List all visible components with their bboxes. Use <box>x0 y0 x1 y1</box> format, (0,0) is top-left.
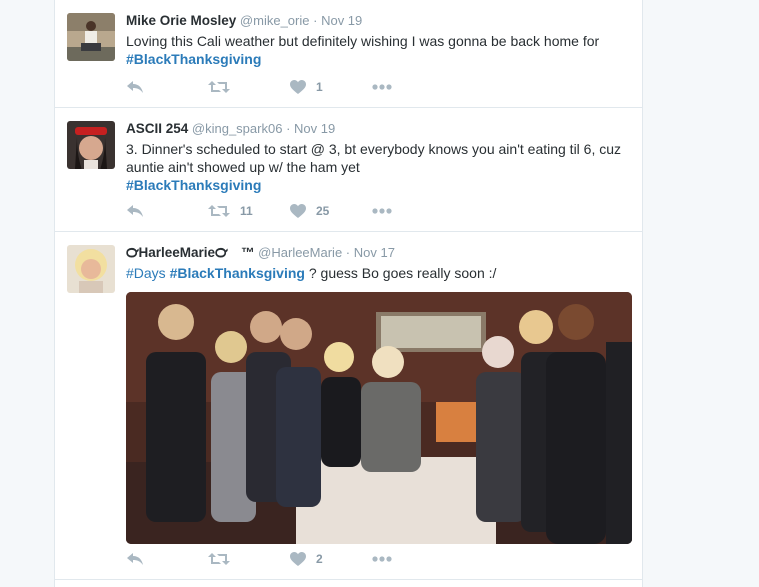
tweet-text: Loving this Cali weather but definitely … <box>126 32 630 68</box>
like-button[interactable]: 25 <box>290 204 372 218</box>
timestamp[interactable]: Nov 19 <box>321 13 362 28</box>
like-button[interactable]: 1 <box>290 80 372 94</box>
tweet-actions: 1 <box>126 77 454 97</box>
separator-dot: · <box>286 121 291 136</box>
reply-icon <box>127 205 143 217</box>
tweet-body: ? guess Bo goes really soon :/ <box>308 265 497 281</box>
hashtag-link[interactable]: #BlackThanksgiving <box>170 265 305 281</box>
tweet-actions: 11 25 <box>126 201 454 221</box>
more-button[interactable] <box>372 84 454 90</box>
tweet[interactable]: Mike Orie Mosley @mike_orie · Nov 19 Lov… <box>55 0 642 108</box>
timeline-stream: Mike Orie Mosley @mike_orie · Nov 19 Lov… <box>54 0 643 587</box>
hashtag-link[interactable]: #BlackThanksgiving <box>126 177 261 193</box>
username[interactable]: @king_spark06 <box>192 121 283 136</box>
hashtag-link[interactable]: #BlackThanksgiving <box>126 51 261 67</box>
username[interactable]: @HarleeMarie <box>258 245 342 260</box>
fullname[interactable]: Mike Orie Mosley <box>126 13 236 28</box>
retweet-icon <box>208 553 230 565</box>
heart-icon <box>290 80 306 94</box>
tweet-text: 3. Dinner's scheduled to start @ 3, bt e… <box>126 140 630 194</box>
retweet-count: 11 <box>240 204 253 218</box>
reply-icon <box>127 553 143 565</box>
more-icon <box>372 556 392 562</box>
hashtag-link[interactable]: #Days <box>126 265 166 281</box>
separator-dot: · <box>313 13 318 28</box>
separator-dot: · <box>345 245 351 260</box>
reply-icon <box>127 81 143 93</box>
avatar[interactable] <box>67 245 115 293</box>
tweet-body: 3. Dinner's scheduled to start @ 3, bt e… <box>126 141 622 175</box>
like-button[interactable]: 2 <box>290 552 372 566</box>
fullname[interactable]: ℺HarleeMarie℺ ™ <box>126 245 255 260</box>
fullname[interactable]: ASCII 254 <box>126 121 188 136</box>
retweet-button[interactable]: 11 <box>208 204 290 218</box>
reply-button[interactable] <box>126 80 208 94</box>
reply-button[interactable] <box>126 204 208 218</box>
avatar[interactable] <box>67 121 115 169</box>
reply-button[interactable] <box>126 552 208 566</box>
more-button[interactable] <box>372 208 454 214</box>
tweet-header: ASCII 254 @king_spark06 · Nov 19 <box>126 120 630 138</box>
tweet-actions: 2 <box>126 549 454 569</box>
tweet[interactable]: ℺HarleeMarie℺ ™ @HarleeMarie · Nov 17 #D… <box>55 232 642 580</box>
tweet-header: Mike Orie Mosley @mike_orie · Nov 19 <box>126 12 630 30</box>
tweet-body: Loving this Cali weather but definitely … <box>126 33 600 49</box>
retweet-button[interactable] <box>208 80 290 94</box>
tweet-photo[interactable] <box>126 292 632 544</box>
timestamp[interactable]: Nov 19 <box>294 121 335 136</box>
like-count: 1 <box>316 80 323 94</box>
heart-icon <box>290 552 306 566</box>
more-button[interactable] <box>372 556 454 562</box>
username[interactable]: @mike_orie <box>240 13 310 28</box>
tweet-text: #Days #BlackThanksgiving ? guess Bo goes… <box>126 264 630 282</box>
retweet-button[interactable] <box>208 552 290 566</box>
retweet-icon <box>208 205 230 217</box>
tweet[interactable]: ASCII 254 @king_spark06 · Nov 19 3. Dinn… <box>55 108 642 232</box>
like-count: 2 <box>316 552 323 566</box>
retweet-icon <box>208 81 230 93</box>
timestamp[interactable]: Nov 17 <box>354 245 395 260</box>
avatar[interactable] <box>67 13 115 61</box>
more-icon <box>372 84 392 90</box>
more-icon <box>372 208 392 214</box>
like-count: 25 <box>316 204 330 218</box>
heart-icon <box>290 204 306 218</box>
tweet-header: ℺HarleeMarie℺ ™ @HarleeMarie · Nov 17 <box>126 244 630 262</box>
